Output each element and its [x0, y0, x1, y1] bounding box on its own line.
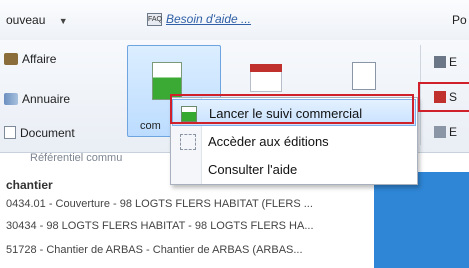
- ribbon-right-label: E: [449, 125, 458, 139]
- ribbon-item-label: Annuaire: [22, 92, 71, 106]
- briefcase-icon: [4, 53, 18, 65]
- menu-item-label: Accèder aux éditions: [208, 134, 329, 149]
- highlight-box-right: [418, 82, 469, 112]
- nouveau-label: ouveau: [6, 13, 46, 27]
- ribbon-item-document[interactable]: Document: [4, 126, 75, 144]
- ribbon-right-label: E: [449, 55, 458, 69]
- help-link[interactable]: Besoin d'aide ...: [166, 12, 251, 26]
- ribbon-item-affaire[interactable]: Affaire: [4, 52, 56, 70]
- ribbon-item-annuaire[interactable]: Annuaire: [4, 92, 70, 110]
- ribbon-right-item-3[interactable]: E: [434, 125, 457, 139]
- chevron-down-icon: ▼: [58, 16, 68, 26]
- highlight-box: [170, 94, 414, 124]
- right-panel: [374, 172, 469, 268]
- list-item[interactable]: 51728 - Chantier de ARBAS - Chantier de …: [6, 244, 374, 256]
- ribbon-right-item-1[interactable]: E: [434, 55, 457, 69]
- list-header: chantier: [6, 178, 53, 192]
- top-toolbar: ouveau ▼ FAQ Besoin d'aide ... Po: [0, 0, 469, 41]
- group-icon: [434, 126, 446, 138]
- help-icon[interactable]: FAQ: [147, 13, 162, 26]
- ribbon-item-label: Document: [20, 126, 75, 140]
- menu-item-aide[interactable]: Consulter l'aide: [172, 156, 416, 183]
- list-item[interactable]: 30434 - 98 LOGTS FLERS HABITAT - 98 LOGT…: [6, 220, 374, 232]
- report-icon[interactable]: [352, 62, 376, 90]
- ribbon-group-label: Référentiel commu: [30, 152, 123, 164]
- topbar-right-fragment: Po: [452, 13, 467, 27]
- directory-icon: [4, 93, 18, 105]
- menu-item-label: Consulter l'aide: [208, 162, 298, 177]
- editions-icon: [180, 134, 196, 150]
- nouveau-dropdown[interactable]: ouveau ▼: [6, 13, 68, 27]
- selected-caption: com: [140, 120, 161, 132]
- list-item[interactable]: 0434.01 - Couverture - 98 LOGTS FLERS HA…: [6, 198, 374, 210]
- document-icon: [4, 126, 16, 139]
- menu-item-editions[interactable]: Accèder aux éditions: [172, 128, 416, 155]
- tag-icon: [434, 56, 446, 68]
- ribbon-item-label: Affaire: [22, 52, 57, 66]
- calendar-icon[interactable]: [250, 64, 282, 92]
